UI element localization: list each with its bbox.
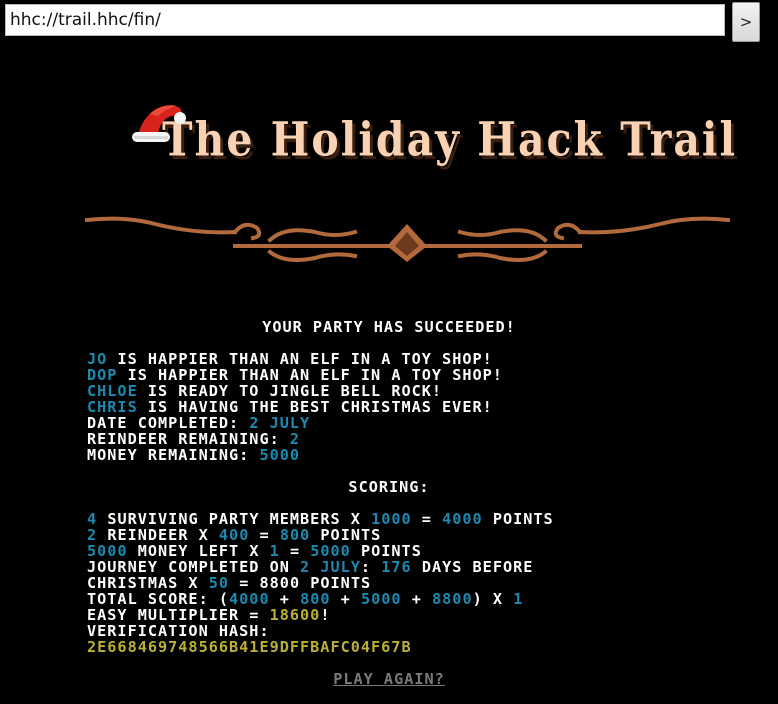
plus-sign: + [340, 590, 351, 608]
exclamation: ! [320, 606, 331, 624]
list-item: DOP IS HAPPIER THAN AN ELF IN A TOY SHOP… [87, 367, 503, 383]
total-part: 8800 [432, 590, 473, 608]
url-input[interactable] [5, 4, 725, 36]
party-status-list: JO IS HAPPIER THAN AN ELF IN A TOY SHOP!… [87, 351, 503, 463]
verification-hash-value: 2E668469748566B41E9DFFBAFC04F67B [87, 638, 412, 656]
date-completed: DATE COMPLETED: 2 JULY [87, 415, 503, 431]
verification-hash-label: VERIFICATION HASH: [87, 622, 270, 640]
success-heading: YOUR PARTY HAS SUCCEEDED! [262, 318, 516, 336]
plus-sign: + [411, 590, 422, 608]
easy-multiplier-row: EASY MULTIPLIER = 18600! [87, 607, 554, 623]
reindeer-remaining: REINDEER REMAINING: 2 [87, 431, 503, 447]
score-journey-row-cont: CHRISTMAS X 50 = 8800 POINTS [87, 575, 554, 591]
days-label: DAYS BEFORE [421, 558, 534, 576]
total-close: ) X [472, 590, 504, 608]
total-part: 5000 [360, 590, 402, 608]
go-button[interactable]: > [732, 2, 760, 42]
ornamental-divider [85, 216, 730, 262]
total-score-row: TOTAL SCORE: (4000 + 800 + 5000 + 8800) … [87, 591, 554, 607]
score-money-row: 5000 MONEY LEFT X 1 = 5000 POINTS [87, 543, 554, 559]
game-title-banner: The Holiday Hack Trail [130, 92, 735, 172]
money-label: MONEY REMAINING: [87, 446, 250, 464]
money-value: 5000 [259, 446, 301, 464]
score-total: 4000 [442, 510, 483, 528]
total-multiplier: 1 [513, 590, 524, 608]
score-reindeer-row: 2 REINDEER X 400 = 800 POINTS [87, 527, 554, 543]
game-title: The Holiday Hack Trail [162, 112, 738, 168]
score-members-row: 4 SURVIVING PARTY MEMBERS X 1000 = 4000 … [87, 511, 554, 527]
days-before-count: 176 [381, 558, 412, 576]
play-again-link[interactable]: PLAY AGAIN? [0, 671, 778, 687]
score-journey-row: JOURNEY COMPLETED ON 2 JULY: 176 DAYS BE… [87, 559, 554, 575]
address-bar: > [0, 0, 778, 44]
list-item: JO IS HAPPIER THAN AN ELF IN A TOY SHOP! [87, 351, 503, 367]
list-item: CHRIS IS HAVING THE BEST CHRISTMAS EVER! [87, 399, 503, 415]
score-unit: POINTS [492, 510, 554, 528]
scoring-heading: SCORING: [348, 478, 430, 496]
money-remaining: MONEY REMAINING: 5000 [87, 447, 503, 463]
santa-hat-icon [132, 105, 186, 142]
scoring-breakdown: 4 SURVIVING PARTY MEMBERS X 1000 = 4000 … [87, 511, 554, 655]
list-item: CHLOE IS READY TO JINGLE BELL ROCK! [87, 383, 503, 399]
final-score: 18600 [269, 606, 321, 624]
equals-sign: = [421, 510, 432, 528]
